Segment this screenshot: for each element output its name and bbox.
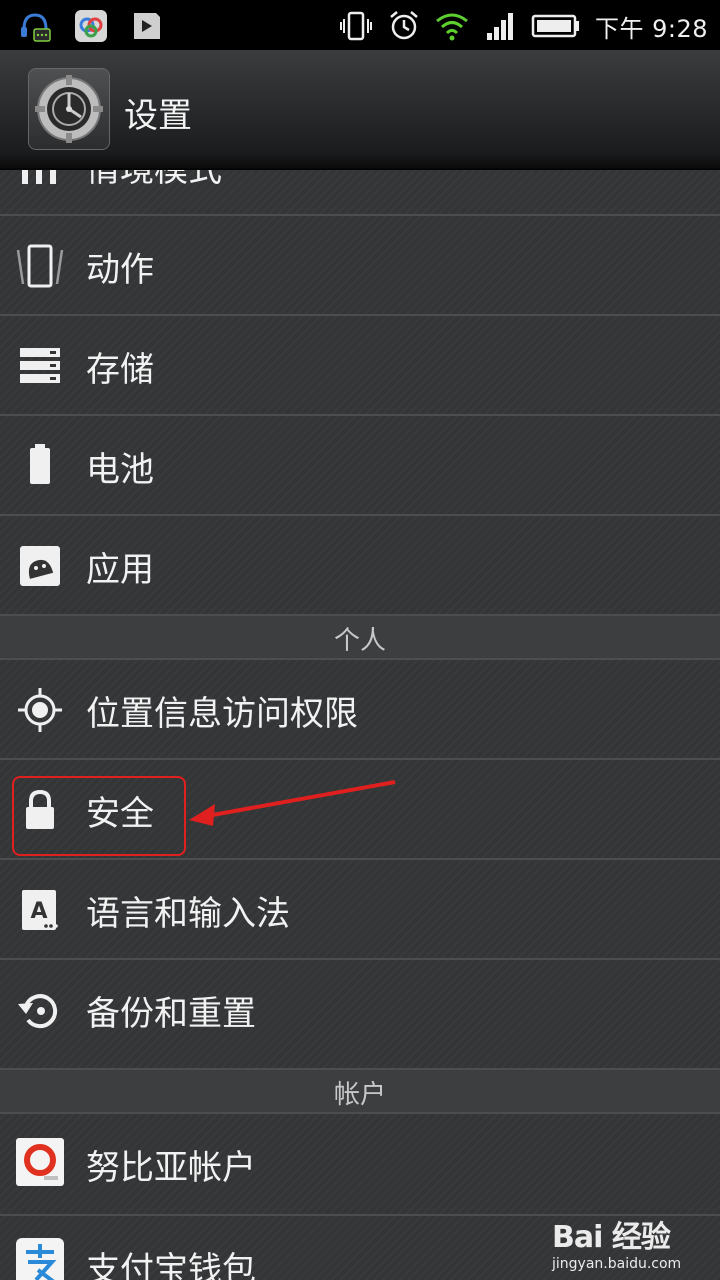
arrow-annotation-icon [189,780,396,826]
page-title: 设置 [124,96,192,136]
settings-item-label: 支付宝钱包 [86,1250,256,1280]
settings-item-label: 动作 [86,250,154,290]
action-bar: 设置 [0,50,720,170]
settings-app-icon-button[interactable] [28,68,110,150]
screen: 下午 9:28 设置 情境模式 动作 存储 电池 应用 个人 位置信息访问权限 … [0,0,720,1280]
settings-item-apps[interactable]: 应用 [0,514,720,612]
vibrate-icon [339,11,372,41]
phone-motion-icon [16,244,64,288]
section-header-label: 帐户 [333,1080,386,1110]
equalizer-icon [22,168,56,184]
signal-icon [486,13,513,40]
alipay-icon [16,1238,64,1280]
baidu-app-icon [75,10,107,42]
settings-gear-icon [35,75,103,143]
storage-icon [20,348,60,383]
keyboard-language-icon: A [22,890,58,930]
status-clock: 下午 9:28 [594,14,708,43]
settings-item-label: 语言和输入法 [86,894,290,934]
status-bar: 下午 9:28 [0,0,720,50]
settings-item-label: 电池 [86,450,154,490]
settings-item-label: 位置信息访问权限 [86,694,358,734]
settings-item-backup-reset[interactable]: 备份和重置 [0,958,720,1068]
settings-item-battery[interactable]: 电池 [0,414,720,512]
media-file-icon [134,13,160,39]
settings-item-label: 应用 [86,550,154,590]
section-header-personal: 个人 [0,614,720,658]
nubia-icon [16,1138,64,1186]
settings-list[interactable]: 情境模式 动作 存储 电池 应用 个人 位置信息访问权限 安全 A 语言和输入法… [0,168,720,1280]
android-apps-icon [20,546,60,586]
settings-item-label: 情境模式 [86,168,222,190]
section-header-label: 个人 [333,626,386,656]
backup-restore-icon [18,994,58,1029]
wifi-icon [436,13,468,41]
headset-chat-icon [21,13,51,42]
location-icon [18,688,62,732]
settings-item-nubia-account[interactable]: 努比亚帐户 [0,1112,720,1214]
battery-icon [531,14,579,38]
baidu-jingyan-watermark: Bai 经验 jingyan.baidu.com [552,1212,682,1272]
settings-item-motion[interactable]: 动作 [0,214,720,312]
settings-item-location[interactable]: 位置信息访问权限 [0,658,720,758]
alarm-icon [390,11,418,40]
highlight-box [12,776,186,856]
watermark-url: jingyan.baidu.com [552,1256,682,1272]
settings-item-language-input[interactable]: A 语言和输入法 [0,858,720,958]
settings-item-storage[interactable]: 存储 [0,314,720,412]
section-header-accounts: 帐户 [0,1068,720,1112]
settings-item-scene-mode[interactable]: 情境模式 [0,168,720,214]
settings-item-label: 备份和重置 [86,994,256,1034]
svg-text:A: A [30,899,47,924]
settings-item-label: 努比亚帐户 [86,1148,256,1188]
battery-icon [30,444,50,484]
watermark-logo: Bai 经验 [552,1220,671,1255]
settings-item-label: 存储 [86,350,154,390]
